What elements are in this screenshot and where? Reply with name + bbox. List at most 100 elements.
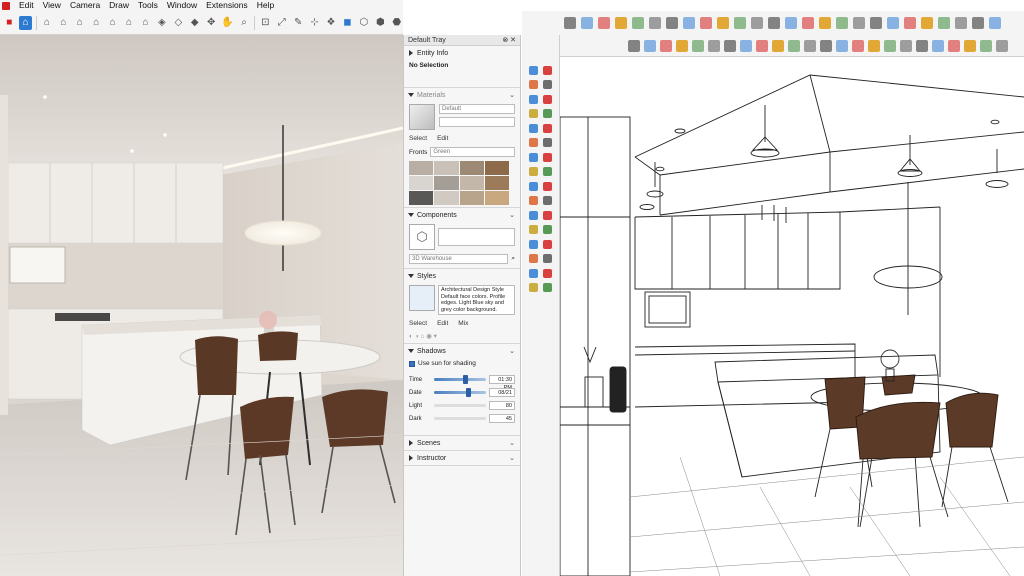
second-row-tool-icon-11[interactable] <box>788 39 800 52</box>
protractor-icon[interactable] <box>543 152 553 162</box>
material-swatch[interactable] <box>434 176 459 190</box>
magnifier-icon[interactable] <box>543 283 553 293</box>
top-row-tool-icon-8[interactable] <box>683 17 695 29</box>
menu-tools[interactable]: Tools <box>138 0 158 11</box>
line-tool-icon[interactable] <box>528 80 538 90</box>
sandbox-icon[interactable]: ⬡ <box>358 16 370 30</box>
top-row-tool-icon-13[interactable] <box>768 17 780 29</box>
styles-select-tab[interactable]: Select <box>409 320 427 327</box>
scale-tool-icon[interactable] <box>543 123 553 133</box>
axes-tool-icon[interactable] <box>528 225 538 235</box>
component-cube-icon[interactable]: ⬡ <box>409 224 435 250</box>
menu-window[interactable]: Window <box>167 0 197 11</box>
position-camera-icon[interactable] <box>528 210 538 220</box>
second-row-tool-icon-17[interactable] <box>884 39 896 52</box>
top-row-tool-icon-21[interactable] <box>904 17 916 29</box>
iso-view-icon[interactable]: ⌂ <box>41 16 53 30</box>
wireframe-icon[interactable]: ◇ <box>172 16 184 30</box>
materials-header[interactable]: Materials ⌄ <box>404 88 520 102</box>
chevron-down-icon[interactable]: ⌄ <box>509 211 515 219</box>
orbit-tool-icon[interactable] <box>543 167 553 177</box>
top-row-tool-icon-10[interactable] <box>717 17 729 29</box>
top-row-tool-icon-19[interactable] <box>870 17 882 29</box>
solid-tools-icon[interactable]: ◼ <box>341 16 353 30</box>
use-sun-checkbox[interactable] <box>409 360 415 367</box>
components-header[interactable]: Components ⌄ <box>404 208 520 222</box>
material-swatch[interactable] <box>459 161 484 175</box>
top-row-tool-icon-20[interactable] <box>887 17 899 29</box>
top-row-tool-icon-23[interactable] <box>938 17 950 29</box>
material-dropdown[interactable] <box>439 117 515 127</box>
light-slider[interactable] <box>434 404 486 407</box>
materials-select-tab[interactable]: Select <box>409 135 427 142</box>
pan-tool-icon[interactable] <box>528 181 538 191</box>
material-swatch[interactable] <box>409 161 434 175</box>
material-swatch[interactable] <box>434 161 459 175</box>
dark-slider[interactable] <box>434 417 486 420</box>
scenes-header[interactable]: Scenes ⌄ <box>404 436 520 450</box>
material-swatch[interactable] <box>434 191 459 205</box>
styles-mix-tab[interactable]: Mix <box>458 320 468 327</box>
top-view-icon[interactable]: ⌂ <box>57 16 69 30</box>
date-value[interactable]: 08/21 <box>489 388 515 397</box>
move-tool-icon[interactable] <box>543 109 553 119</box>
styles-header[interactable]: Styles <box>404 269 520 283</box>
light-value[interactable]: 80 <box>489 401 515 410</box>
zoom-icon[interactable]: ⌕ <box>238 16 250 30</box>
extension-icon[interactable]: ⬣ <box>391 16 403 30</box>
styles-edit-tab[interactable]: Edit <box>437 320 448 327</box>
right-view-icon[interactable]: ⌂ <box>90 16 102 30</box>
material-library-select[interactable]: Fronts <box>409 149 427 156</box>
material-swatch[interactable] <box>484 161 509 175</box>
circle-tool-icon[interactable] <box>543 94 553 104</box>
menu-draw[interactable]: Draw <box>109 0 129 11</box>
chevron-down-icon[interactable]: ⌄ <box>509 347 515 355</box>
second-row-tool-icon-5[interactable] <box>692 39 704 52</box>
zoom-tool-icon[interactable] <box>543 181 553 191</box>
current-material-swatch[interactable] <box>409 104 435 130</box>
material-name-field[interactable]: Default <box>439 104 515 114</box>
menu-extensions[interactable]: Extensions <box>206 0 248 11</box>
second-row-tool-icon-24[interactable] <box>996 39 1008 52</box>
top-row-tool-icon-16[interactable] <box>819 17 831 29</box>
material-library-dropdown[interactable]: Green <box>430 147 515 157</box>
top-row-tool-icon-1[interactable] <box>564 17 576 29</box>
dimension-tool-icon[interactable] <box>528 239 538 249</box>
chevron-down-icon[interactable]: ⌄ <box>509 91 515 99</box>
top-row-tool-icon-22[interactable] <box>921 17 933 29</box>
warehouse-search-input[interactable]: 3D Warehouse <box>409 254 509 264</box>
warehouse-icon[interactable]: ⬢ <box>374 16 386 30</box>
menu-view[interactable]: View <box>43 0 61 11</box>
pan-icon[interactable]: ✋ <box>221 16 233 30</box>
tape-measure-icon[interactable] <box>528 152 538 162</box>
look-around-icon[interactable] <box>543 196 553 206</box>
second-row-tool-icon-12[interactable] <box>804 39 816 52</box>
material-swatch[interactable] <box>484 191 509 205</box>
top-row-tool-icon-12[interactable] <box>751 17 763 29</box>
top-row-tool-icon-14[interactable] <box>785 17 797 29</box>
offset-tool-icon[interactable] <box>528 138 538 148</box>
rendered-viewport[interactable] <box>0 35 403 576</box>
eraser-tool-icon[interactable] <box>543 65 553 75</box>
search-icon[interactable]: ⌕ <box>511 255 515 263</box>
top-row-tool-icon-9[interactable] <box>700 17 712 29</box>
second-row-tool-icon-3[interactable] <box>660 39 672 52</box>
second-row-tool-icon-14[interactable] <box>836 39 848 52</box>
group-tool-icon[interactable] <box>543 268 553 278</box>
second-row-tool-icon-19[interactable] <box>916 39 928 52</box>
top-row-tool-icon-18[interactable] <box>853 17 865 29</box>
component-icon[interactable]: ❖ <box>325 16 337 30</box>
axes-icon[interactable]: ⊹ <box>308 16 320 30</box>
rectangle-tool-icon[interactable] <box>528 94 538 104</box>
section-tool-icon[interactable] <box>543 210 553 220</box>
bottom-view-icon[interactable]: ⌂ <box>139 16 151 30</box>
second-row-tool-icon-1[interactable] <box>628 39 640 52</box>
front-view-icon[interactable]: ⌂ <box>74 16 86 30</box>
material-swatch[interactable] <box>409 191 434 205</box>
home-view-icon[interactable]: ⌂ <box>19 15 32 30</box>
component-tool-icon[interactable] <box>528 268 538 278</box>
second-row-tool-icon-23[interactable] <box>980 39 992 52</box>
second-row-tool-icon-18[interactable] <box>900 39 912 52</box>
second-row-tool-icon-22[interactable] <box>964 39 976 52</box>
top-row-tool-icon-25[interactable] <box>972 17 984 29</box>
